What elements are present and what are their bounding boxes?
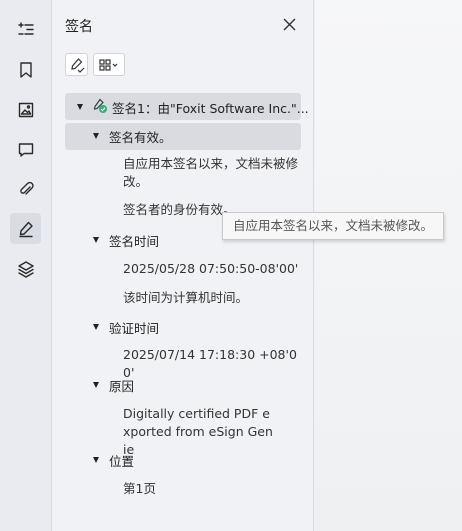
location-row[interactable]: 位置	[65, 451, 301, 469]
validity-label: 签名有效。	[109, 130, 172, 145]
tooltip: 自应用本签名以来，文档未被修改。	[222, 212, 445, 240]
valid-signature-icon	[93, 98, 107, 113]
outline-icon[interactable]	[10, 14, 41, 45]
collapse-arrow-icon[interactable]	[93, 237, 99, 243]
sign-tool-icon	[70, 57, 84, 73]
signature-root-row[interactable]: 签名1：由"Foxit Software Inc."...	[65, 93, 309, 120]
collapse-arrow-icon[interactable]	[93, 457, 99, 463]
document-area[interactable]	[315, 0, 462, 531]
signature-icon[interactable]	[10, 213, 41, 244]
signing-time-label: 签名时间	[109, 234, 160, 249]
view-options-dropdown[interactable]	[93, 53, 125, 76]
attachment-icon[interactable]	[10, 173, 41, 204]
verify-time-label: 验证时间	[109, 321, 160, 336]
collapse-arrow-icon[interactable]	[93, 382, 99, 388]
grid-options-icon	[99, 58, 118, 71]
left-icon-rail	[0, 0, 52, 531]
validity-item: 自应用本签名以来，文档未被修改。	[123, 156, 299, 189]
signature-panel: 签名 签名1：由"Foxit Software Inc."... 签名有效。 自…	[53, 0, 314, 531]
signing-time-value: 2025/05/28 07:50:50-08'00'	[123, 261, 299, 276]
layers-icon[interactable]	[10, 253, 41, 284]
collapse-arrow-icon[interactable]	[77, 104, 83, 110]
image-icon[interactable]	[10, 94, 41, 125]
document-canvas	[315, 0, 462, 531]
signature-root-label: 签名1：由"Foxit Software Inc."...	[112, 101, 309, 116]
panel-title: 签名	[65, 19, 93, 35]
validity-row[interactable]: 签名有效。	[65, 123, 301, 150]
comment-icon[interactable]	[10, 134, 41, 165]
collapse-arrow-icon[interactable]	[93, 324, 99, 330]
bookmark-icon[interactable]	[10, 54, 41, 85]
sign-tool-button[interactable]	[65, 53, 88, 76]
verify-time-row[interactable]: 验证时间	[65, 318, 301, 336]
close-icon[interactable]	[279, 14, 299, 34]
collapse-arrow-icon[interactable]	[93, 133, 99, 139]
location-label: 位置	[109, 454, 135, 469]
signing-time-note: 该时间为计算机时间。	[123, 290, 249, 305]
reason-label: 原因	[109, 379, 135, 394]
reason-row[interactable]: 原因	[65, 376, 301, 394]
location-value: 第1页	[123, 481, 156, 496]
